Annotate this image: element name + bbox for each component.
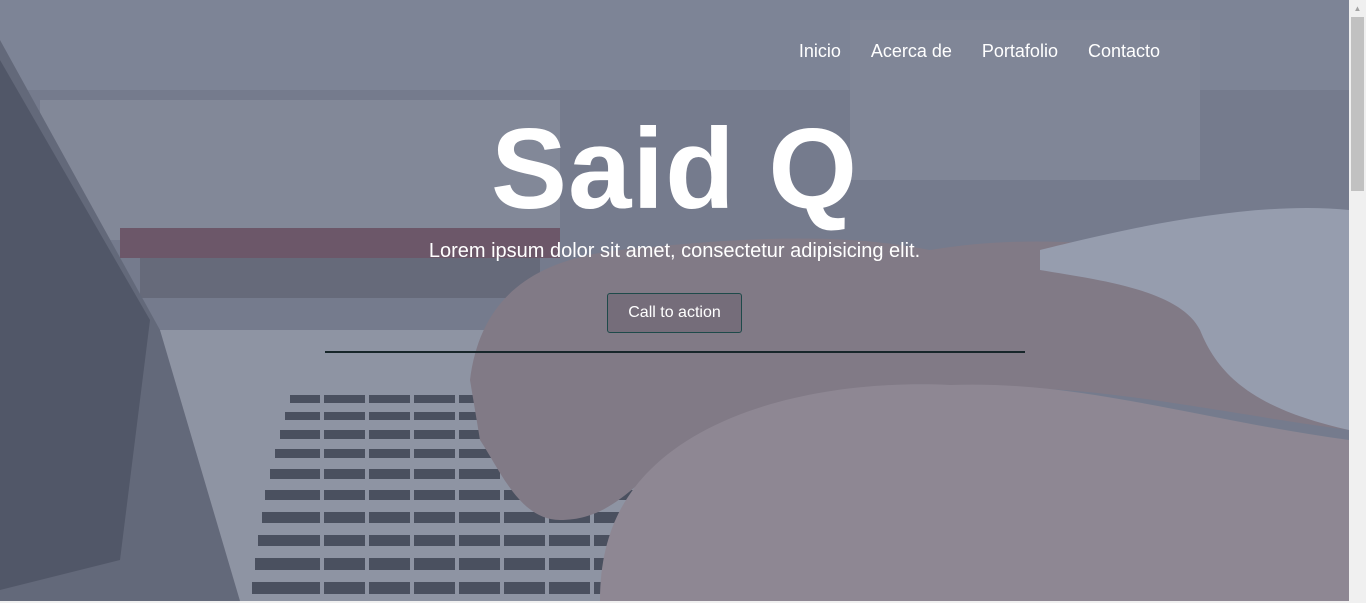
nav-item-inicio[interactable]: Inicio — [799, 40, 841, 62]
scrollbar-thumb[interactable] — [1351, 17, 1364, 191]
arrow-up-icon[interactable]: ▲ — [1349, 0, 1366, 17]
hero-section: Inicio Acerca de Portafolio Contacto Sai… — [0, 0, 1349, 601]
hero-divider — [325, 351, 1025, 353]
vertical-scrollbar[interactable]: ▲ — [1349, 0, 1366, 603]
main-navigation: Inicio Acerca de Portafolio Contacto — [769, 40, 1160, 62]
hero-subtitle: Lorem ipsum dolor sit amet, consectetur … — [428, 240, 921, 262]
hero-title: Said Q — [490, 106, 859, 233]
call-to-action-button[interactable]: Call to action — [607, 293, 742, 333]
nav-item-acerca-de[interactable]: Acerca de — [871, 40, 952, 62]
nav-item-contacto[interactable]: Contacto — [1088, 40, 1160, 62]
nav-item-portafolio[interactable]: Portafolio — [982, 40, 1058, 62]
